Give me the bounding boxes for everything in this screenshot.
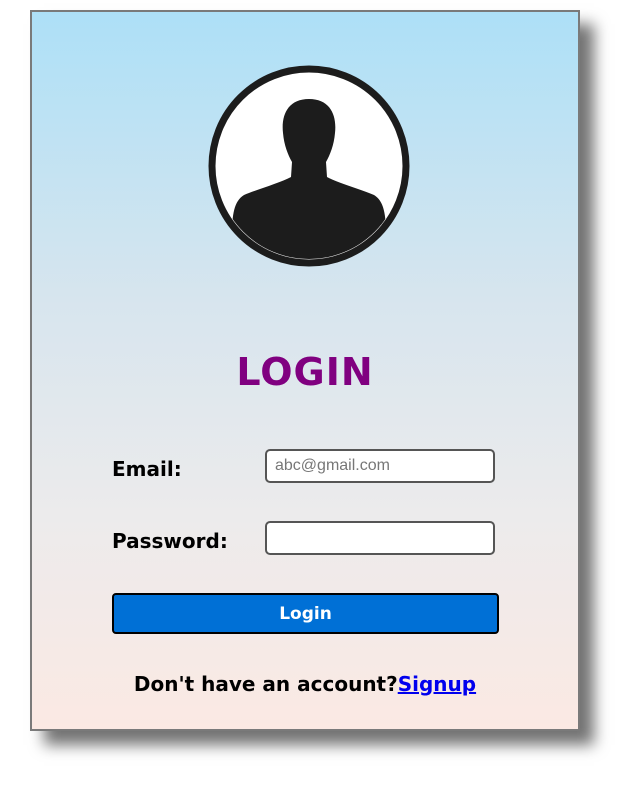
login-card: LOGIN Email: Password: Login Don't have … (30, 10, 580, 731)
password-field[interactable] (265, 521, 495, 555)
user-silhouette-icon (208, 65, 410, 267)
password-label: Password: (112, 529, 228, 553)
signup-prompt: Don't have an account?Signup (32, 672, 578, 696)
signup-link[interactable]: Signup (398, 672, 476, 696)
email-label: Email: (112, 457, 182, 481)
email-field[interactable] (265, 449, 495, 483)
page-title: LOGIN (236, 350, 374, 394)
no-account-text: Don't have an account? (133, 672, 398, 696)
login-button[interactable]: Login (112, 593, 499, 634)
